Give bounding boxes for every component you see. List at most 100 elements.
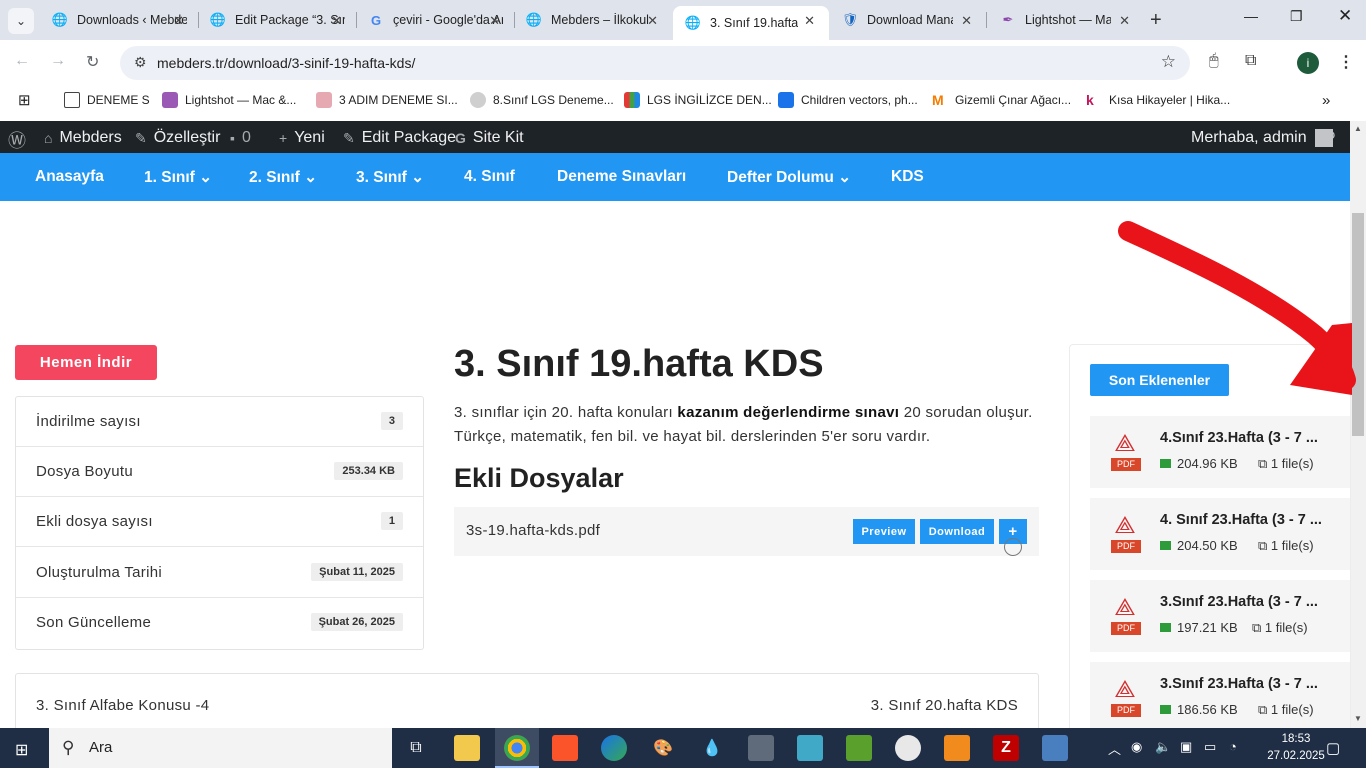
tab-downloads[interactable]: 🌐 Downloads ‹ Mebders ✕ bbox=[40, 0, 198, 40]
recent-item-title[interactable]: 3.Sınıf 23.Hafta (3 - 7 ... bbox=[1160, 594, 1346, 610]
list-item[interactable]: ⟁ PDF 4. Sınıf 23.Hafta (3 - 7 ... 204.50… bbox=[1090, 498, 1350, 570]
next-post-link[interactable]: 3. Sınıf 20.hafta KDS bbox=[871, 697, 1018, 714]
wp-site-kit[interactable]: G Site Kit bbox=[455, 129, 524, 147]
edge-icon[interactable] bbox=[601, 735, 627, 761]
drop-app-icon[interactable]: 💧 bbox=[699, 735, 725, 761]
wp-comments[interactable]: ▪ 0 bbox=[230, 129, 251, 147]
wp-edit-package[interactable]: ✎ Edit Package bbox=[343, 129, 456, 147]
wifi-icon[interactable]: ◔ bbox=[1229, 739, 1237, 754]
bookmark-kisa-hikayeler[interactable]: k Kısa Hikayeler | Hika... bbox=[1086, 92, 1230, 108]
address-bar[interactable]: ⚙ mebders.tr/download/3-sinif-19-hafta-k… bbox=[120, 46, 1190, 80]
new-tab-button[interactable]: + bbox=[1150, 9, 1162, 32]
nav-4-sinif[interactable]: 4. Sınıf bbox=[464, 168, 515, 186]
recent-item-title[interactable]: 4. Sınıf 23.Hafta (3 - 7 ... bbox=[1160, 512, 1346, 528]
close-tab-icon[interactable]: ✕ bbox=[173, 13, 184, 29]
close-window-button[interactable]: ✕ bbox=[1338, 6, 1352, 26]
wordpress-logo-icon[interactable]: Ⓦ bbox=[8, 127, 26, 153]
close-tab-icon[interactable]: ✕ bbox=[804, 13, 815, 29]
volume-icon[interactable]: 🔈 bbox=[1155, 739, 1171, 755]
annotation-arrow bbox=[1118, 221, 1356, 395]
nav-1-sinif[interactable]: 1. Sınıf ⌄ bbox=[144, 168, 212, 187]
list-item[interactable]: ⟁ PDF 4.Sınıf 23.Hafta (3 - 7 ... 204.96 … bbox=[1090, 416, 1350, 488]
reload-button[interactable]: ↻ bbox=[86, 52, 99, 72]
taskbar-clock[interactable]: 18:53 27.02.2025 bbox=[1266, 731, 1326, 765]
tab-google-search[interactable]: G çeviri - Google'da Ara ✕ bbox=[356, 0, 514, 40]
package-info-box: İndirilme sayısı 3 Dosya Boyutu 253.34 K… bbox=[15, 396, 424, 650]
bookmark-3-adim[interactable]: 3 ADIM DENEME SI... bbox=[316, 92, 458, 108]
brave-icon[interactable] bbox=[552, 735, 578, 761]
list-item[interactable]: ⟁ PDF 3.Sınıf 23.Hafta (3 - 7 ... 186.56 … bbox=[1090, 662, 1350, 734]
browser-menu-icon[interactable]: ⋮ bbox=[1338, 52, 1354, 72]
bookmark-lightshot[interactable]: Lightshot — Mac &... bbox=[162, 92, 296, 108]
file-explorer-icon[interactable] bbox=[454, 735, 480, 761]
nav-anasayfa[interactable]: Anasayfa bbox=[35, 168, 104, 186]
file-download-button[interactable]: Download bbox=[920, 519, 994, 544]
tab-edit-package[interactable]: 🌐 Edit Package “3. Sınıf ✕ bbox=[198, 0, 356, 40]
close-tab-icon[interactable]: ✕ bbox=[331, 13, 342, 29]
charts-app-icon[interactable] bbox=[846, 735, 872, 761]
close-tab-icon[interactable]: ✕ bbox=[489, 13, 500, 29]
bookmark-folder-deneme[interactable]: DENEME S bbox=[64, 92, 150, 108]
bookmarks-overflow-icon[interactable]: » bbox=[1322, 92, 1330, 109]
nav-3-sinif[interactable]: 3. Sınıf ⌄ bbox=[356, 168, 424, 187]
apps-grid-icon[interactable]: ⊞ bbox=[18, 91, 31, 109]
tab-mebders[interactable]: 🌐 Mebders – İlkokul ✕ bbox=[514, 0, 672, 40]
search-icon[interactable]: ⚲ bbox=[1325, 128, 1336, 146]
settings-app-icon[interactable] bbox=[895, 735, 921, 761]
bookmark-children-vectors[interactable]: Children vectors, ph... bbox=[778, 92, 918, 108]
back-button[interactable]: ← bbox=[14, 52, 30, 70]
tab-lightshot[interactable]: ✒ Lightshot — Mac ✕ bbox=[988, 0, 1144, 40]
list-item[interactable]: ⟁ PDF 3.Sınıf 23.Hafta (3 - 7 ... 197.21 … bbox=[1090, 580, 1350, 652]
nav-kds[interactable]: KDS bbox=[891, 168, 924, 186]
wp-customize[interactable]: ✎ Özelleştir bbox=[135, 129, 220, 147]
scroll-up-arrow-icon[interactable]: ▲ bbox=[1354, 124, 1362, 133]
wp-site-menu[interactable]: ⌂ Mebders bbox=[44, 129, 122, 147]
battery-icon[interactable]: ▭ bbox=[1204, 739, 1216, 755]
tab-download-manager[interactable]: 🛡 Download Manager ✕ bbox=[830, 0, 986, 40]
filezilla-icon[interactable]: Z bbox=[993, 735, 1019, 761]
notifications-icon[interactable]: ▢ bbox=[1326, 739, 1340, 757]
download-now-button[interactable]: Hemen İndir bbox=[15, 345, 157, 380]
camera-icon[interactable]: ▣ bbox=[1180, 739, 1192, 755]
nav-defter-dolumu[interactable]: Defter Dolumu ⌄ bbox=[727, 168, 851, 187]
bookmark-lgs-deneme[interactable]: 8.Sınıf LGS Deneme... bbox=[470, 92, 614, 108]
forward-button[interactable]: → bbox=[50, 52, 66, 70]
wp-account[interactable]: Merhaba, admin bbox=[1191, 129, 1333, 147]
nav-deneme-sinavlari[interactable]: Deneme Sınavları bbox=[557, 168, 686, 186]
recent-item-filecount: ⧉ 1 file(s) bbox=[1258, 456, 1314, 471]
paint-icon[interactable]: 🎨 bbox=[650, 735, 676, 761]
site-info-icon[interactable]: ⚙ bbox=[134, 54, 147, 71]
extension-mouse-icon[interactable]: 🖱 bbox=[1209, 52, 1219, 70]
bookmark-star-icon[interactable]: ☆ bbox=[1161, 52, 1176, 72]
k-logo-icon: k bbox=[1086, 92, 1094, 108]
extensions-puzzle-icon[interactable]: ⧉ bbox=[1245, 52, 1256, 70]
maximize-window-button[interactable]: ❐ bbox=[1290, 8, 1303, 25]
network-globe-icon[interactable]: ◉ bbox=[1131, 739, 1142, 755]
scroll-down-arrow-icon[interactable]: ▼ bbox=[1354, 714, 1362, 723]
chrome-icon[interactable] bbox=[504, 735, 530, 761]
windows-start-icon[interactable]: ⊞ bbox=[15, 740, 28, 760]
recent-item-title[interactable]: 3.Sınıf 23.Hafta (3 - 7 ... bbox=[1160, 676, 1346, 692]
network-app-icon[interactable] bbox=[1042, 735, 1068, 761]
bookmark-lgs-ingilizce[interactable]: LGS İNGİLİZCE DEN... bbox=[624, 92, 772, 108]
profile-avatar[interactable]: i bbox=[1297, 52, 1319, 74]
previous-post-link[interactable]: 3. Sınıf Alfabe Konusu -4 bbox=[36, 697, 209, 714]
close-tab-icon[interactable]: ✕ bbox=[647, 13, 658, 29]
url-text[interactable]: mebders.tr/download/3-sinif-19-hafta-kds… bbox=[157, 55, 415, 71]
close-tab-icon[interactable]: ✕ bbox=[1119, 13, 1130, 29]
close-tab-icon[interactable]: ✕ bbox=[961, 13, 972, 29]
wp-new[interactable]: + Yeni bbox=[279, 129, 325, 147]
taskbar-search[interactable]: ⚲ Ara bbox=[49, 728, 392, 768]
preview-button[interactable]: Preview bbox=[853, 519, 915, 544]
notes-app-icon[interactable] bbox=[797, 735, 823, 761]
minimize-window-button[interactable]: — bbox=[1244, 8, 1258, 24]
task-view-icon[interactable]: ⧉ bbox=[403, 735, 429, 761]
bookmark-gizemli-cinar[interactable]: M Gizemli Çınar Ağacı... bbox=[932, 92, 1071, 108]
nav-2-sinif[interactable]: 2. Sınıf ⌄ bbox=[249, 168, 317, 187]
tab-search-button[interactable]: ⌄ bbox=[8, 8, 34, 34]
calculator-icon[interactable] bbox=[748, 735, 774, 761]
recent-item-title[interactable]: 4.Sınıf 23.Hafta (3 - 7 ... bbox=[1160, 430, 1346, 446]
tray-overflow-chevron-icon[interactable]: ︿ bbox=[1108, 739, 1121, 758]
triangles-app-icon[interactable] bbox=[944, 735, 970, 761]
tab-active-kds[interactable]: 🌐 3. Sınıf 19.hafta KDS ✕ bbox=[673, 6, 829, 40]
